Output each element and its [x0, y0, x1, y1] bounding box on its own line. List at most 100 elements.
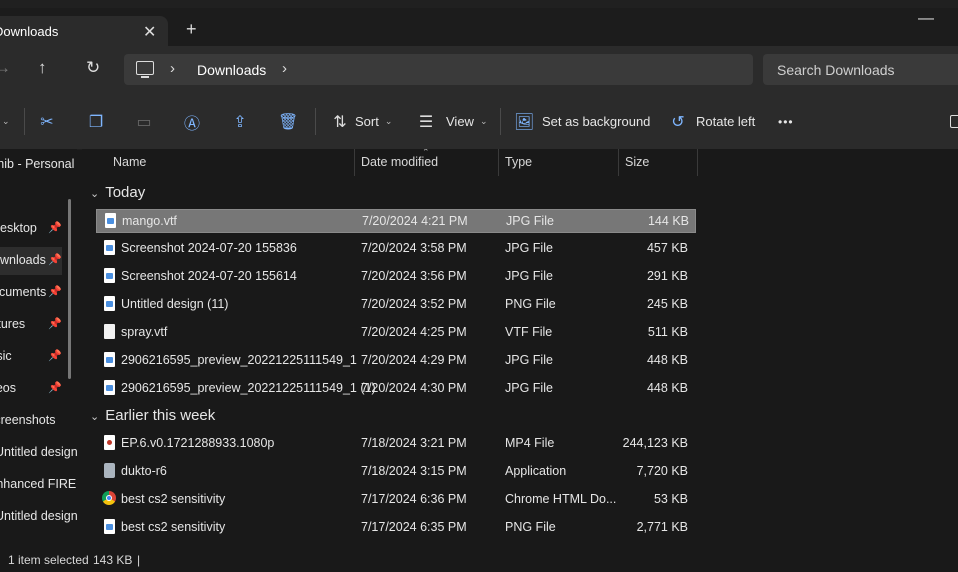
file-row[interactable]: best cs2 sensitivity 7/17/2024 6:35 PM P… [96, 516, 694, 538]
navigation-pane: Sohib - Personal Desktop 📌 Downloads 📌 D… [0, 149, 77, 546]
status-separator: | [137, 553, 141, 567]
sidebar-scrollbar[interactable] [68, 199, 71, 379]
more-options-button[interactable]: ••• [778, 94, 794, 149]
file-type: JPG File [505, 353, 553, 367]
column-header-name[interactable]: Name [82, 149, 354, 176]
chevron-right-icon[interactable]: › [282, 60, 287, 77]
sidebar-item-videos[interactable]: Videos 📌 [0, 375, 62, 403]
column-header-date[interactable]: ⌃ Date modified [355, 149, 498, 176]
file-type: VTF File [505, 325, 553, 339]
clipboard-icon: ▭ [136, 113, 152, 131]
column-divider[interactable] [697, 149, 698, 176]
pin-icon: 📌 [48, 382, 62, 394]
paste-button[interactable]: ▭ [134, 94, 154, 149]
share-icon: ⇪ [233, 113, 247, 131]
file-name: best cs2 sensitivity [121, 520, 226, 534]
file-row[interactable]: Screenshot 2024-07-20 155614 7/20/2024 3… [96, 265, 694, 287]
blank-file-icon [104, 324, 115, 339]
file-name: Untitled design (11) [121, 297, 229, 311]
file-name: dukto-r6 [121, 464, 167, 478]
sidebar-item-desktop[interactable]: Desktop 📌 [0, 215, 62, 243]
sidebar-item-label: Downloads [0, 253, 46, 267]
delete-button[interactable]: 🗑 [278, 94, 298, 149]
sidebar-item-downloads[interactable]: Downloads 📌 [0, 247, 62, 275]
sidebar-item-label: Videos [0, 381, 16, 395]
image-file-icon [104, 296, 115, 311]
scissors-icon: ✂ [40, 113, 54, 131]
file-row[interactable]: 2906216595_preview_20221225111549_1 (1) … [96, 377, 694, 399]
file-name: spray.vtf [121, 325, 168, 339]
this-pc-icon[interactable] [136, 61, 154, 78]
file-name: best cs2 sensitivity [121, 492, 226, 506]
address-bar[interactable]: › Downloads › [124, 54, 753, 85]
file-size: 448 KB [646, 381, 688, 395]
sidebar-item-onedrive[interactable]: Sohib - Personal [0, 151, 74, 179]
video-file-icon [104, 435, 115, 450]
file-date: 7/17/2024 6:36 PM [361, 492, 467, 506]
file-size: 2,771 KB [636, 520, 688, 534]
breadcrumb-downloads[interactable]: Downloads [197, 62, 266, 78]
tab-downloads[interactable]: Downloads ✕ [0, 16, 168, 46]
chevron-down-icon: ⌄ [479, 116, 488, 126]
file-name: Screenshot 2024-07-20 155836 [121, 241, 297, 255]
sidebar-item-screenshots[interactable]: Screenshots [0, 407, 62, 435]
sidebar-item-untitled-design[interactable]: Untitled design [0, 439, 77, 467]
copy-icon: ❐ [88, 113, 104, 131]
view-button[interactable]: ☰ View ⌄ [416, 94, 488, 149]
column-header-type[interactable]: Type [499, 149, 618, 176]
rotate-left-button[interactable]: ↺ Rotate left [668, 94, 755, 149]
pin-icon: 📌 [48, 222, 62, 234]
details-pane-button[interactable] [950, 94, 958, 149]
column-header-size[interactable]: Size [619, 149, 697, 176]
forward-button[interactable]: → [0, 58, 11, 78]
sidebar-item-music[interactable]: Music 📌 [0, 343, 62, 371]
toolbar-divider [24, 108, 25, 135]
file-row[interactable]: spray.vtf 7/20/2024 4:25 PM VTF File 511… [96, 321, 694, 343]
view-icon: ☰ [418, 113, 434, 131]
file-row[interactable]: EP.6.v0.1721288933.1080p 7/18/2024 3:21 … [96, 432, 694, 454]
rename-icon: Ⓐ [183, 115, 200, 133]
file-row[interactable]: dukto-r6 7/18/2024 3:15 PM Application 7… [96, 460, 694, 482]
sort-button[interactable]: ⇅ Sort ⌄ [330, 94, 392, 149]
new-tab-button[interactable]: + [186, 20, 197, 38]
search-input[interactable]: Search Downloads [763, 54, 958, 85]
file-size: 448 KB [646, 353, 688, 367]
group-header-today[interactable]: ⌄ Today [90, 184, 145, 201]
wallpaper-icon: 🖼 [514, 113, 535, 131]
copy-button[interactable]: ❐ [86, 94, 106, 149]
sidebar-item-pictures[interactable]: Pictures 📌 [0, 311, 62, 339]
share-button[interactable]: ⇪ [230, 94, 250, 149]
column-header-label: Size [625, 155, 650, 169]
new-dropdown-caret[interactable]: ⌄ [0, 94, 10, 149]
file-row[interactable]: Untitled design (11) 7/20/2024 3:52 PM P… [96, 293, 694, 315]
tab-bar: Downloads ✕ + — [0, 8, 958, 46]
close-tab-icon[interactable]: ✕ [143, 22, 156, 42]
sidebar-item-documents[interactable]: Documents 📌 [0, 279, 62, 307]
image-file-icon [105, 213, 116, 228]
file-row[interactable]: mango.vtf 7/20/2024 4:21 PM JPG File 144… [96, 209, 696, 233]
sidebar-item-label: Enhanced FIRE C [0, 477, 77, 491]
minimize-button[interactable]: — [918, 10, 934, 28]
set-as-background-button[interactable]: 🖼 Set as background [514, 94, 650, 149]
file-name: mango.vtf [122, 214, 177, 228]
rename-button[interactable]: Ⓐ [182, 94, 202, 149]
file-type: JPG File [505, 381, 553, 395]
sidebar-item-label: Sohib - Personal [0, 157, 75, 171]
file-row[interactable]: 2906216595_preview_20221225111549_1 7/20… [96, 349, 694, 371]
image-file-icon [104, 268, 115, 283]
file-name: Screenshot 2024-07-20 155614 [121, 269, 297, 283]
file-date: 7/18/2024 3:21 PM [361, 436, 467, 450]
refresh-button[interactable]: ↻ [86, 58, 100, 78]
up-button[interactable]: ↑ [38, 58, 47, 78]
cut-button[interactable]: ✂ [37, 94, 57, 149]
file-name: 2906216595_preview_20221225111549_1 (1) [121, 381, 376, 395]
chevron-down-icon: ⌄ [90, 188, 100, 200]
file-row[interactable]: best cs2 sensitivity 7/17/2024 6:36 PM C… [96, 488, 694, 510]
toolbar-divider [315, 108, 316, 135]
group-header-earlier-this-week[interactable]: ⌄ Earlier this week [90, 407, 215, 424]
chevron-right-icon[interactable]: › [170, 60, 175, 77]
sidebar-item-enhanced-fire[interactable]: Enhanced FIRE C [0, 471, 77, 499]
file-row[interactable]: Screenshot 2024-07-20 155836 7/20/2024 3… [96, 237, 694, 259]
sidebar-item-untitled-design-2[interactable]: Untitled design [0, 503, 77, 531]
file-size: 144 KB [647, 214, 689, 228]
